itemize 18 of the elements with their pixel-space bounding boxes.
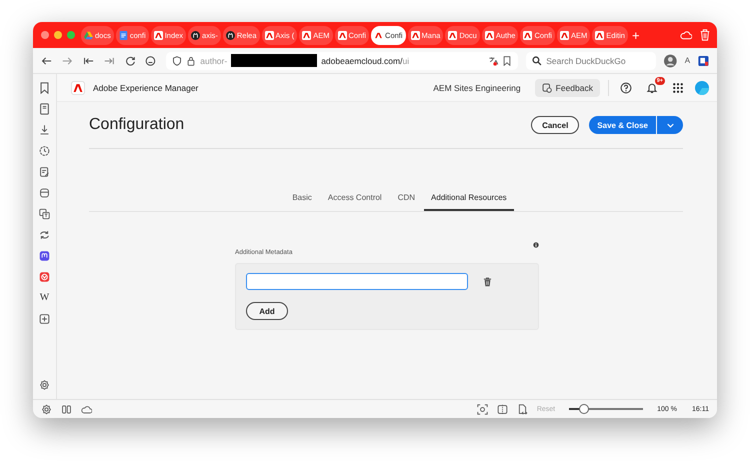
- address-bar[interactable]: author- adobeaemcloud.com/ui: [166, 52, 518, 70]
- url-text: author-: [200, 56, 228, 66]
- url-text: adobeaemcloud.com/ui: [321, 56, 410, 66]
- tab[interactable]: Access Control: [320, 189, 389, 211]
- page-title: Configuration: [89, 116, 184, 134]
- new-tab-button[interactable]: +: [630, 28, 642, 42]
- add-button[interactable]: Add: [246, 302, 288, 320]
- save-and-close-button[interactable]: Save & Close: [589, 116, 656, 134]
- wiki-letter[interactable]: W: [40, 292, 50, 304]
- cancel-button[interactable]: Cancel: [531, 116, 580, 134]
- feedback-button[interactable]: Feedback: [534, 78, 600, 96]
- tab[interactable]: CDN: [390, 189, 422, 211]
- search-field[interactable]: Search DuckDuckGo: [526, 52, 656, 70]
- tab[interactable]: Basic: [285, 189, 319, 211]
- organization-name[interactable]: AEM Sites Engineering: [433, 82, 521, 92]
- extension-letter[interactable]: A: [684, 56, 690, 65]
- product-name: Adobe Experience Manager: [93, 82, 198, 92]
- tab[interactable]: Additional Resources: [424, 189, 514, 211]
